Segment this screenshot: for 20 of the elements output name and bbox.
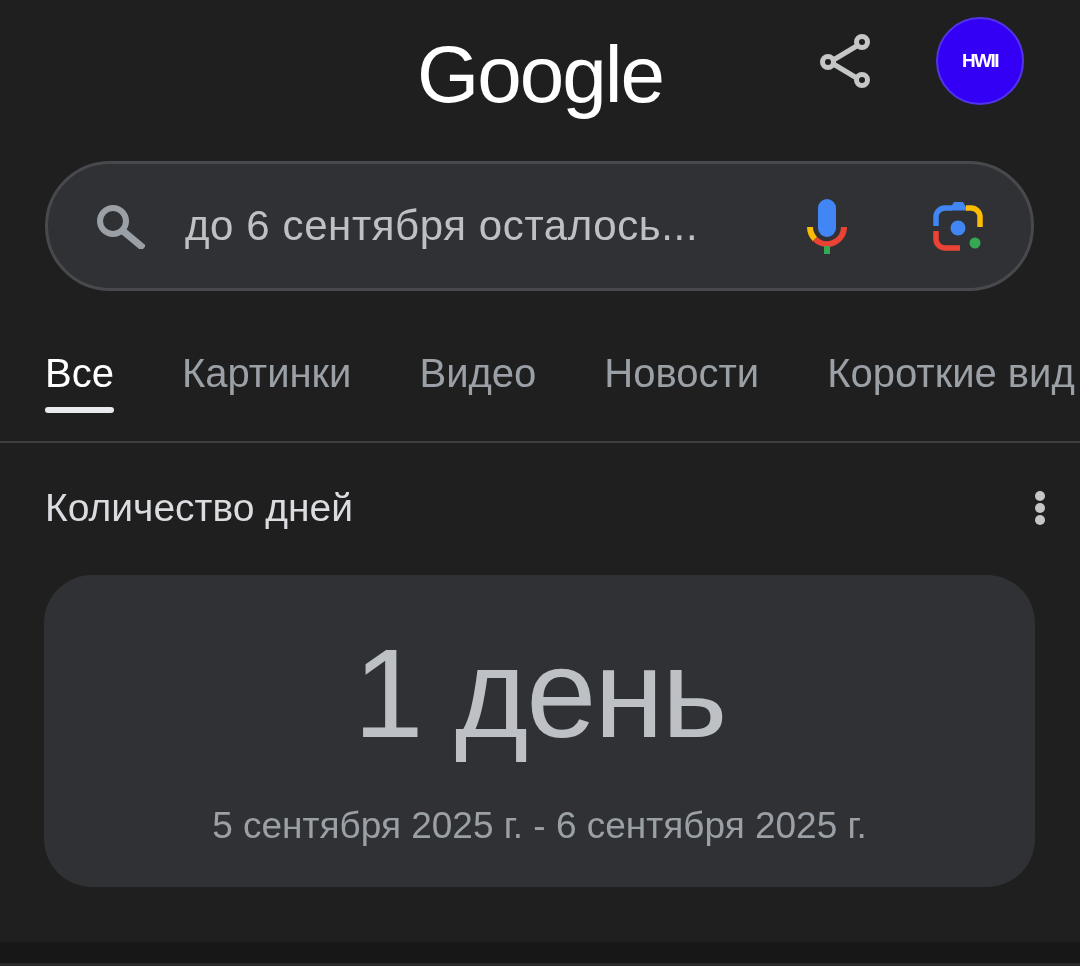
search-tab[interactable]: Все [45,353,114,413]
search-bar[interactable]: до 6 сентября осталось... [45,161,1034,291]
search-query[interactable]: до 6 сентября осталось... [185,201,699,251]
voice-search-button[interactable] [807,198,847,254]
search-tab[interactable]: Новости [604,353,760,413]
search-icon [95,203,145,249]
search-tab[interactable]: Короткие вид [827,353,1075,413]
more-options-button[interactable] [1034,491,1046,525]
search-tab[interactable]: Картинки [181,353,352,413]
date-range: 5 сентября 2025 г. - 6 сентября 2025 г. [212,804,867,847]
camera-lens-icon [933,201,983,251]
microphone-icon [807,198,847,254]
more-vertical-icon [1034,491,1046,525]
account-avatar[interactable]: HWII [936,17,1024,105]
share-button[interactable] [820,34,870,88]
answer-heading: Количество дней [45,486,354,530]
lens-search-button[interactable] [933,201,983,251]
day-count: 1 день [353,622,726,766]
search-tab[interactable]: Видео [419,353,537,413]
share-icon [820,34,870,88]
